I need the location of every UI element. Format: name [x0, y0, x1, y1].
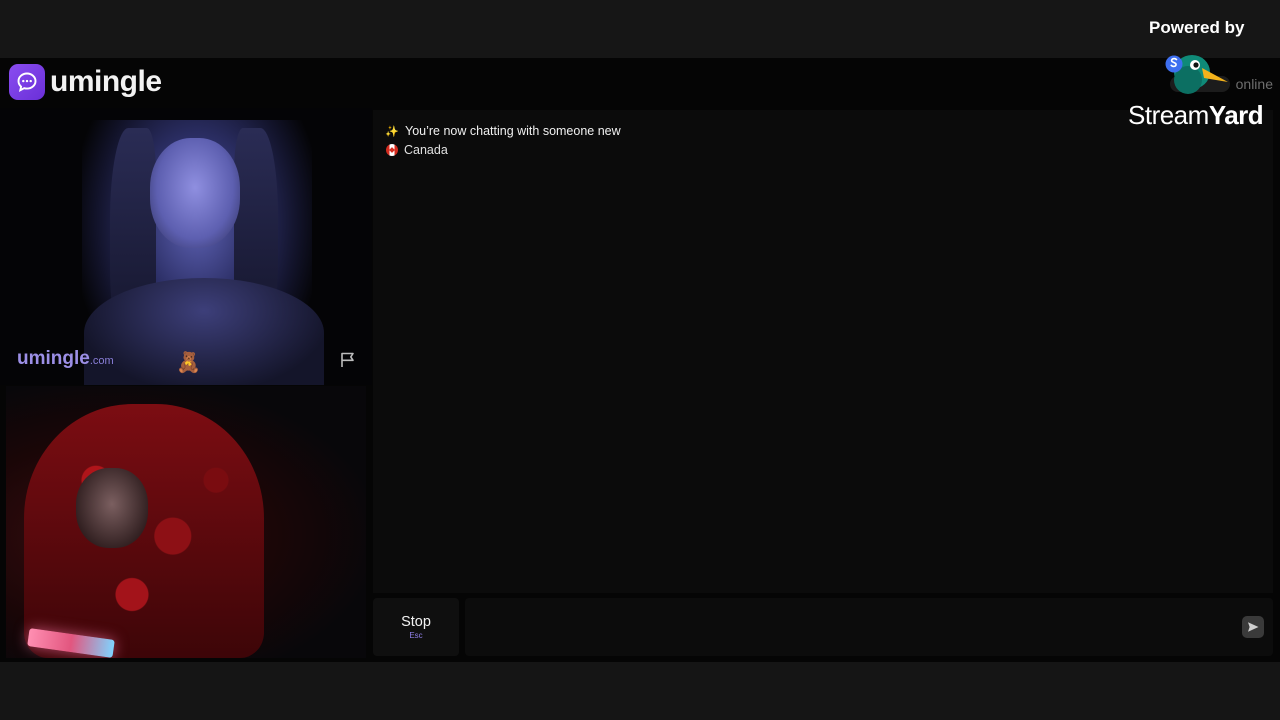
report-flag-icon[interactable]	[338, 350, 358, 370]
system-message-text: You’re now chatting with someone new	[405, 124, 621, 138]
chat-panel: ✨ You’re now chatting with someone new C…	[373, 110, 1273, 593]
stop-button-label: Stop	[401, 614, 431, 630]
watermark-suffix: .com	[89, 355, 114, 367]
stranger-face	[150, 138, 240, 248]
umingle-app: umingle online umingle.com 🧸 ✨ You’re no…	[0, 58, 1280, 662]
message-input[interactable]	[465, 598, 1273, 656]
country-name: Canada	[404, 143, 448, 157]
stream-top-band	[0, 0, 1280, 58]
streamyard-duck-logo	[1165, 55, 1228, 94]
streamyard-wordmark: StreamYard	[1128, 100, 1264, 131]
brand-name: umingle	[50, 65, 162, 98]
video-watermark: umingle.com	[17, 348, 114, 370]
streamyard-part1: Stream	[1128, 100, 1209, 130]
sparkles-icon: ✨	[385, 125, 399, 138]
stranger-shoulders	[84, 278, 324, 385]
watermark-brand: umingle	[17, 348, 90, 369]
online-label: online	[1235, 76, 1273, 92]
umingle-logo[interactable]: umingle	[9, 64, 162, 100]
self-face	[76, 468, 148, 548]
canada-flag-icon	[386, 144, 398, 156]
streamyard-part2: Yard	[1208, 100, 1264, 130]
self-hoodie	[24, 404, 264, 658]
send-arrow-icon	[1248, 622, 1259, 632]
chat-bubble-icon	[9, 64, 45, 100]
teddy-bear-icon: 🧸	[176, 352, 201, 374]
country-message: Canada	[385, 143, 448, 157]
stranger-video: umingle.com 🧸	[0, 108, 372, 385]
stop-shortcut-label: Esc	[409, 631, 423, 640]
stop-button[interactable]: Stop Esc	[373, 598, 459, 656]
stream-bottom-band	[0, 662, 1280, 720]
self-video	[6, 386, 366, 658]
powered-by-label: Powered by	[1149, 18, 1245, 37]
system-message: ✨ You’re now chatting with someone new	[385, 124, 621, 138]
send-button[interactable]	[1242, 616, 1264, 638]
